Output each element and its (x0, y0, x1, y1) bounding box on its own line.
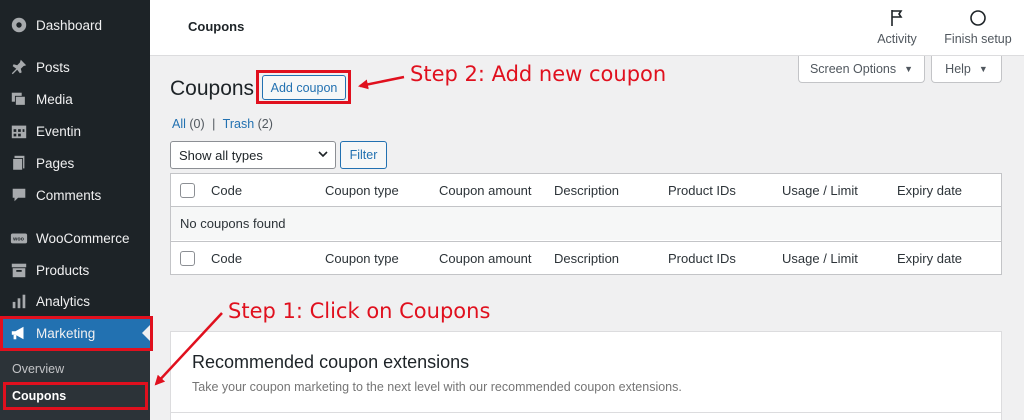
sidebar-item-label: Analytics (36, 293, 91, 309)
media-icon (9, 89, 29, 109)
arrow-to-add-coupon (358, 75, 405, 90)
table-footer-row: Code Coupon type Coupon amount Descripti… (171, 241, 1001, 274)
filter-button[interactable]: Filter (340, 141, 387, 169)
column-header[interactable]: Product IDs (668, 183, 736, 198)
sidebar-item-label: Pages (36, 155, 75, 171)
sidebar-item-analytics[interactable]: Analytics (0, 285, 150, 317)
select-all-checkbox-footer[interactable] (180, 251, 195, 266)
dashboard-icon (9, 15, 29, 35)
activity-button[interactable]: Activity (867, 8, 927, 46)
caret-down-icon: ▼ (904, 64, 914, 74)
empty-message: No coupons found (180, 216, 286, 231)
highlight-coupons (3, 382, 148, 410)
column-header[interactable]: Coupon type (325, 183, 399, 198)
submenu-item-overview[interactable]: Overview (12, 362, 64, 376)
sidebar-item-products[interactable]: Products (0, 254, 150, 286)
comment-icon (9, 185, 29, 205)
sidebar-item-dashboard[interactable]: Dashboard (0, 9, 150, 41)
annotation-step-2: Step 2: Add new coupon (410, 62, 667, 86)
status-views: All (0) | Trash (2) (172, 117, 273, 131)
sidebar-item-label: Comments (36, 187, 102, 203)
activity-label: Activity (877, 32, 917, 46)
bar-chart-icon (9, 291, 29, 311)
chevron-down-icon (317, 148, 329, 163)
card-description: Take your coupon marketing to the next l… (192, 380, 682, 394)
archive-icon (9, 260, 29, 280)
sidebar-item-label: Media (36, 91, 73, 107)
sidebar-item-label: Posts (36, 59, 70, 75)
column-footer[interactable]: Expiry date (897, 251, 962, 266)
top-header: Coupons Activity Finish setup (150, 0, 1024, 56)
view-all-link[interactable]: All (0) (172, 117, 205, 131)
table-header-row: Code Coupon type Coupon amount Descripti… (171, 174, 1001, 207)
sidebar-item-comments[interactable]: Comments (0, 179, 150, 211)
sidebar-item-posts[interactable]: Posts (0, 51, 150, 83)
card-divider (171, 412, 1001, 413)
calendar-icon (9, 121, 29, 141)
view-separator: | (212, 117, 216, 131)
finish-setup-button[interactable]: Finish setup (942, 8, 1014, 46)
header-title: Coupons (188, 19, 245, 34)
column-footer[interactable]: Product IDs (668, 251, 736, 266)
coupon-type-value: Show all types (179, 147, 263, 163)
column-footer[interactable]: Coupon amount (439, 251, 532, 266)
screen-options-label: Screen Options (809, 62, 897, 76)
sidebar-item-eventin[interactable]: Eventin (0, 115, 150, 147)
column-footer[interactable]: Usage / Limit (782, 251, 858, 266)
annotation-step-1: Step 1: Click on Coupons (228, 299, 491, 323)
column-header[interactable]: Expiry date (897, 183, 962, 198)
admin-sidebar: Dashboard Posts Media Eventin Pages Comm… (0, 0, 150, 420)
column-header[interactable]: Coupon amount (439, 183, 532, 198)
add-coupon-button[interactable]: Add coupon (262, 75, 346, 100)
caret-down-icon: ▼ (978, 64, 988, 74)
card-title: Recommended coupon extensions (192, 352, 470, 372)
coupons-table: Code Coupon type Coupon amount Descripti… (170, 173, 1002, 275)
column-footer[interactable]: Code (211, 251, 242, 266)
column-header[interactable]: Usage / Limit (782, 183, 858, 198)
circle-icon (968, 8, 988, 28)
svg-text:woo: woo (12, 237, 24, 243)
screen-options-button[interactable]: Screen Options ▼ (798, 56, 925, 83)
column-footer[interactable]: Description (554, 251, 619, 266)
sidebar-item-media[interactable]: Media (0, 83, 150, 115)
pin-icon (9, 57, 29, 77)
table-row: No coupons found (171, 207, 1001, 240)
coupon-type-select[interactable]: Show all types (170, 141, 336, 169)
pages-icon (9, 153, 29, 173)
flag-icon (887, 8, 907, 28)
help-button[interactable]: Help ▼ (931, 56, 1002, 83)
sidebar-item-label: Eventin (36, 123, 82, 139)
column-footer[interactable]: Coupon type (325, 251, 399, 266)
select-all-checkbox[interactable] (180, 183, 195, 198)
recommended-extensions-card: Recommended coupon extensions Take your … (170, 331, 1002, 420)
column-header[interactable]: Description (554, 183, 619, 198)
view-trash-link[interactable]: Trash (2) (223, 117, 273, 131)
sidebar-item-pages[interactable]: Pages (0, 147, 150, 179)
highlight-marketing (0, 316, 153, 351)
sidebar-item-label: WooCommerce (36, 230, 130, 246)
sidebar-item-label: Products (36, 262, 90, 278)
column-header[interactable]: Code (211, 183, 242, 198)
woo-icon: woo (9, 228, 29, 248)
help-label: Help (945, 62, 971, 76)
page-title: Coupons (170, 77, 255, 100)
finish-setup-label: Finish setup (944, 32, 1012, 46)
sidebar-item-woocommerce[interactable]: woo WooCommerce (0, 222, 150, 254)
sidebar-item-label: Dashboard (36, 17, 103, 33)
